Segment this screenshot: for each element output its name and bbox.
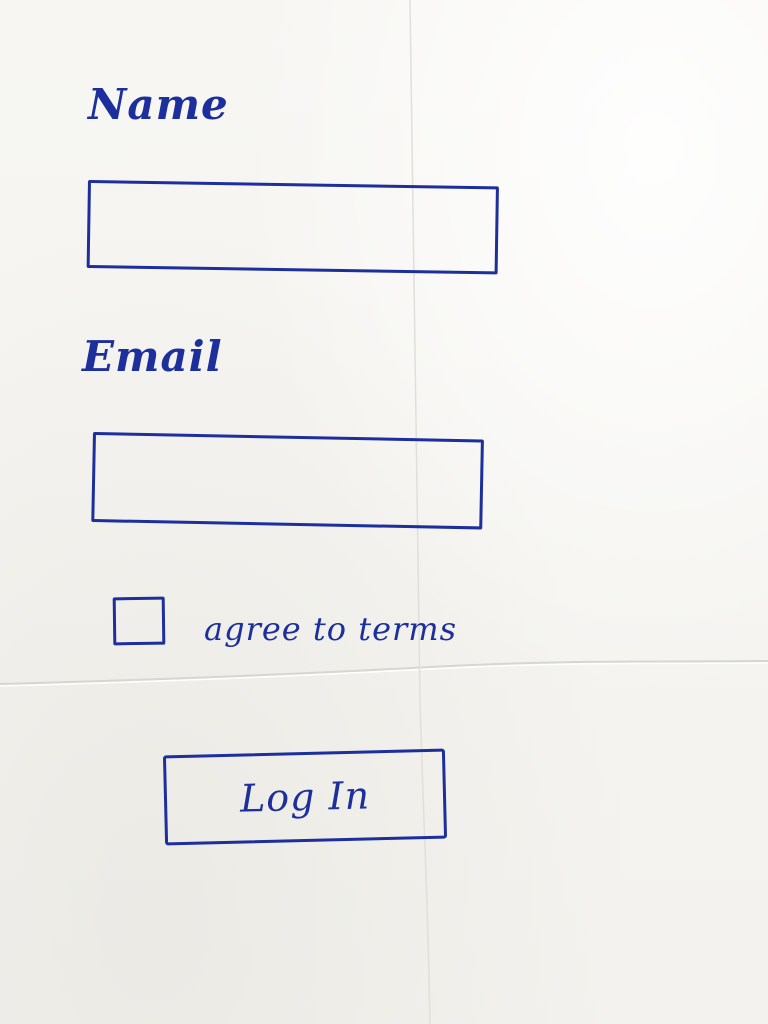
terms-checkbox[interactable] xyxy=(112,596,166,646)
terms-label[interactable]: agree to terms xyxy=(204,610,457,648)
name-input[interactable] xyxy=(86,180,499,275)
email-input[interactable] xyxy=(91,432,484,530)
email-label: Email xyxy=(82,332,223,381)
login-button[interactable]: Log In xyxy=(162,748,448,846)
name-label: Name xyxy=(88,80,229,129)
